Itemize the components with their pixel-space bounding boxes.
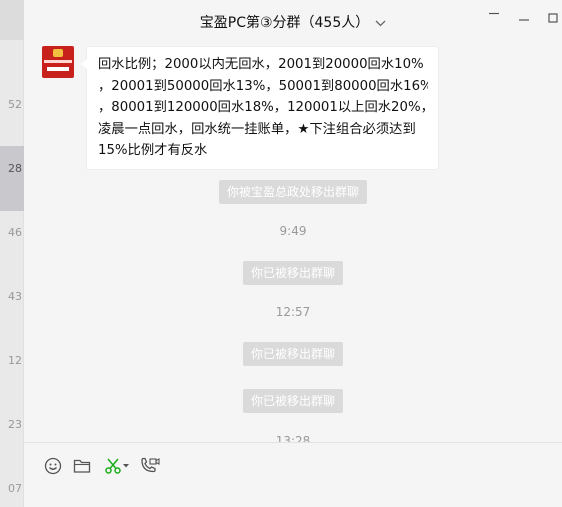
chat-title-text: 宝盈PC第③分群（455人） <box>199 15 370 31</box>
conversation-item[interactable]: 23 <box>0 404 24 468</box>
minimize-icon[interactable] <box>516 10 532 26</box>
avatar-caption-line <box>44 60 72 63</box>
message-timestamp: 13:28 <box>275 434 311 442</box>
message-list[interactable]: 回水比例；2000以内无回水，2001到20000回水10% ，20001到50… <box>24 42 562 442</box>
chevron-down-icon[interactable] <box>375 17 386 30</box>
logo-icon <box>53 49 63 57</box>
conversation-time: 43 <box>8 290 22 303</box>
conversation-list-edge: 52 28 46 43 12 23 07 <box>0 0 24 507</box>
conversation-time: 23 <box>8 418 22 431</box>
bot-avatar[interactable] <box>42 46 74 78</box>
chat-window: 52 28 46 43 12 23 07 宝盈PC第③分群（455人） 回水比例… <box>0 0 562 507</box>
title-bar: 宝盈PC第③分群（455人） <box>24 0 562 42</box>
system-notice: 你已被移出群聊 <box>24 389 562 413</box>
folder-icon[interactable] <box>71 455 93 477</box>
maximize-icon[interactable] <box>545 10 561 26</box>
conversation-item[interactable]: 07 <box>0 468 24 507</box>
conversation-item[interactable]: 12 <box>0 340 24 404</box>
system-notice-text: 你已被移出群聊 <box>242 342 343 366</box>
system-notice: 你已被移出群聊 <box>24 342 562 366</box>
input-toolbar <box>24 452 562 480</box>
message-text-line: ，20001到50000回水13%，50001到80000回水16% <box>98 78 428 94</box>
conversation-time: 28 <box>8 162 22 175</box>
system-notice: 你已被移出群聊 <box>24 261 562 285</box>
dropdown-arrow-icon[interactable] <box>122 455 130 477</box>
pin-icon[interactable] <box>486 10 502 26</box>
system-notice: 你被宝盈总政处移出群聊 <box>24 180 562 204</box>
message-text-line: 回水比例；2000以内无回水，2001到20000回水10% <box>98 57 424 72</box>
video-call-icon[interactable] <box>139 455 161 477</box>
conversation-item[interactable] <box>0 0 24 40</box>
system-notice-text: 你已被移出群聊 <box>242 261 343 285</box>
conversation-time: 07 <box>8 482 22 495</box>
conversation-item[interactable]: 46 <box>0 212 24 276</box>
conversation-time: 46 <box>8 226 22 239</box>
system-notice-text: 你被宝盈总政处移出群聊 <box>218 180 367 204</box>
conversation-item-selected[interactable]: 28 <box>0 146 24 211</box>
message-bubble[interactable]: 回水比例；2000以内无回水，2001到20000回水10% ，20001到50… <box>81 46 439 170</box>
input-divider <box>24 442 562 443</box>
message-timestamp: 9:49 <box>279 224 307 238</box>
conversation-time: 52 <box>8 98 22 111</box>
system-notice-text: 你已被移出群聊 <box>242 389 343 413</box>
conversation-time: 12 <box>8 354 22 367</box>
message-timestamp: 12:57 <box>275 305 311 319</box>
message-text-line: 15%比例才有反水 <box>98 143 208 158</box>
conversation-item[interactable]: 52 <box>0 82 24 122</box>
conversation-item[interactable]: 43 <box>0 276 24 340</box>
avatar-caption-line <box>47 67 69 71</box>
chat-title[interactable]: 宝盈PC第③分群（455人） <box>24 12 562 32</box>
emoji-icon[interactable] <box>42 455 64 477</box>
message-text-line: 凌晨一点回水，回水统一挂账单，★下注组合必须达到 <box>98 121 416 137</box>
message-text-line: ，80001到120000回水18%，120001以上回水20%， <box>98 100 428 115</box>
scissors-icon[interactable] <box>102 455 124 477</box>
